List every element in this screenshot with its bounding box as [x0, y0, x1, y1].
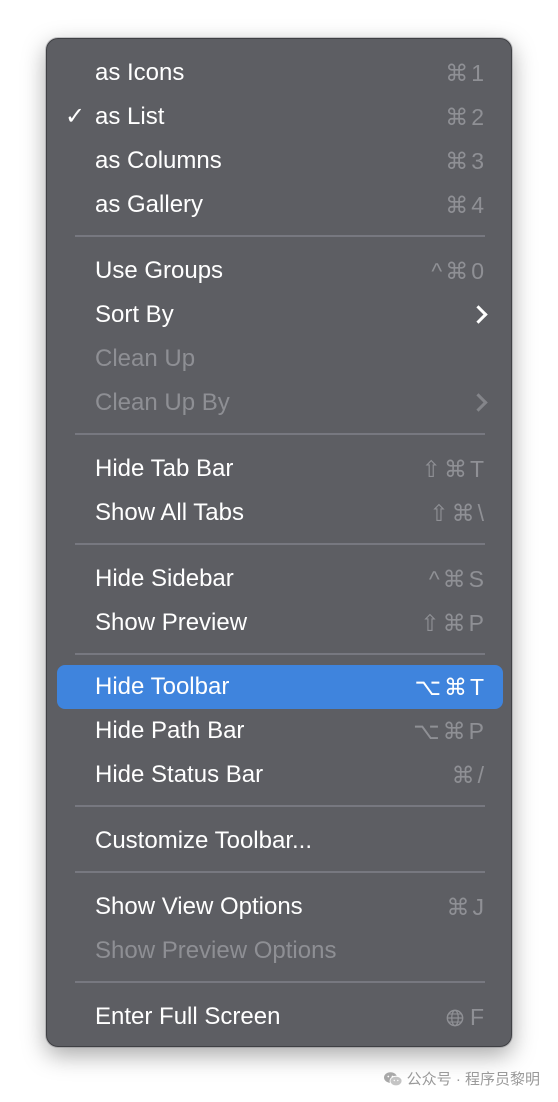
menu-item-label: Hide Path Bar [95, 717, 245, 744]
shortcut-label: ⌘4 [445, 192, 487, 218]
menu-item-label: Hide Sidebar [95, 565, 234, 592]
menu-separator [75, 433, 485, 435]
menu-separator [75, 543, 485, 545]
chevron-right-icon [469, 393, 488, 412]
menu-item-as-icons[interactable]: as Icons ⌘1 [57, 51, 503, 95]
shortcut-label: ⌘1 [445, 60, 487, 86]
menu-item-show-preview[interactable]: Show Preview ⇧⌘P [57, 601, 503, 645]
menu-item-label: Hide Status Bar [95, 761, 264, 788]
menu-separator [75, 981, 485, 983]
watermark: 公众号 · 程序员黎明 [383, 1068, 540, 1089]
shortcut-label: ⌘3 [445, 148, 487, 174]
menu-separator [75, 235, 485, 237]
shortcut-label: ^⌘S [428, 566, 487, 592]
menu-item-label: Show View Options [95, 893, 303, 920]
menu-item-label: as List [95, 103, 165, 130]
menu-item-label: Use Groups [95, 257, 224, 284]
shortcut-label: ⌥⌘T [414, 674, 487, 700]
shortcut-label: ⇧⌘\ [429, 500, 487, 526]
menu-item-show-preview-options: Show Preview Options [57, 929, 503, 973]
menu-item-hide-status-bar[interactable]: Hide Status Bar ⌘/ [57, 753, 503, 797]
menu-item-label: Hide Tab Bar [95, 455, 234, 482]
menu-item-as-list[interactable]: ✓ as List ⌘2 [57, 95, 503, 139]
menu-item-label: Clean Up By [95, 389, 230, 416]
menu-item-hide-path-bar[interactable]: Hide Path Bar ⌥⌘P [57, 709, 503, 753]
menu-item-hide-sidebar[interactable]: Hide Sidebar ^⌘S [57, 557, 503, 601]
shortcut-label: ⇧⌘T [421, 456, 487, 482]
menu-item-hide-tab-bar[interactable]: Hide Tab Bar ⇧⌘T [57, 447, 503, 491]
menu-item-label: Show Preview Options [95, 937, 337, 964]
shortcut-label: ⌘2 [445, 104, 487, 130]
menu-item-use-groups[interactable]: Use Groups ^⌘0 [57, 249, 503, 293]
menu-item-show-view-options[interactable]: Show View Options ⌘J [57, 885, 503, 929]
menu-item-label: as Columns [95, 147, 222, 174]
shortcut-label: F [446, 995, 487, 1039]
menu-separator [75, 805, 485, 807]
menu-item-label: as Gallery [95, 191, 204, 218]
menu-item-label: Clean Up [95, 345, 196, 372]
menu-item-label: as Icons [95, 59, 185, 86]
menu-item-clean-up-by: Clean Up By [57, 381, 503, 425]
shortcut-label: ⌘/ [451, 762, 487, 788]
menu-item-label: Show Preview [95, 609, 248, 636]
chevron-right-icon [469, 305, 488, 324]
menu-item-label: Hide Toolbar [95, 673, 230, 700]
menu-separator [75, 653, 485, 655]
menu-item-customize-toolbar[interactable]: Customize Toolbar... [57, 819, 503, 863]
wechat-icon [383, 1072, 403, 1087]
menu-item-label: Enter Full Screen [95, 1003, 281, 1030]
shortcut-key: F [469, 1004, 487, 1030]
menu-item-label: Show All Tabs [95, 499, 244, 526]
menu-separator [75, 871, 485, 873]
checkmark-icon: ✓ [65, 103, 86, 130]
menu-item-clean-up: Clean Up [57, 337, 503, 381]
menu-item-enter-full-screen[interactable]: Enter Full Screen F [57, 995, 503, 1039]
globe-icon [446, 1009, 464, 1027]
shortcut-label: ⌥⌘P [413, 718, 487, 744]
shortcut-label: ⌘J [446, 894, 487, 920]
menu-item-show-all-tabs[interactable]: Show All Tabs ⇧⌘\ [57, 491, 503, 535]
shortcut-label: ^⌘0 [431, 258, 487, 284]
menu-item-sort-by[interactable]: Sort By [57, 293, 503, 337]
menu-item-as-gallery[interactable]: as Gallery ⌘4 [57, 183, 503, 227]
shortcut-label: ⇧⌘P [420, 610, 487, 636]
menu-item-hide-toolbar[interactable]: Hide Toolbar ⌥⌘T [57, 665, 503, 709]
menu-item-as-columns[interactable]: as Columns ⌘3 [57, 139, 503, 183]
watermark-text: 公众号 · 程序员黎明 [406, 1071, 540, 1088]
view-menu: as Icons ⌘1 ✓ as List ⌘2 as Columns ⌘3 a… [46, 38, 512, 1047]
menu-item-label: Customize Toolbar... [95, 827, 312, 854]
menu-item-label: Sort By [95, 301, 174, 328]
